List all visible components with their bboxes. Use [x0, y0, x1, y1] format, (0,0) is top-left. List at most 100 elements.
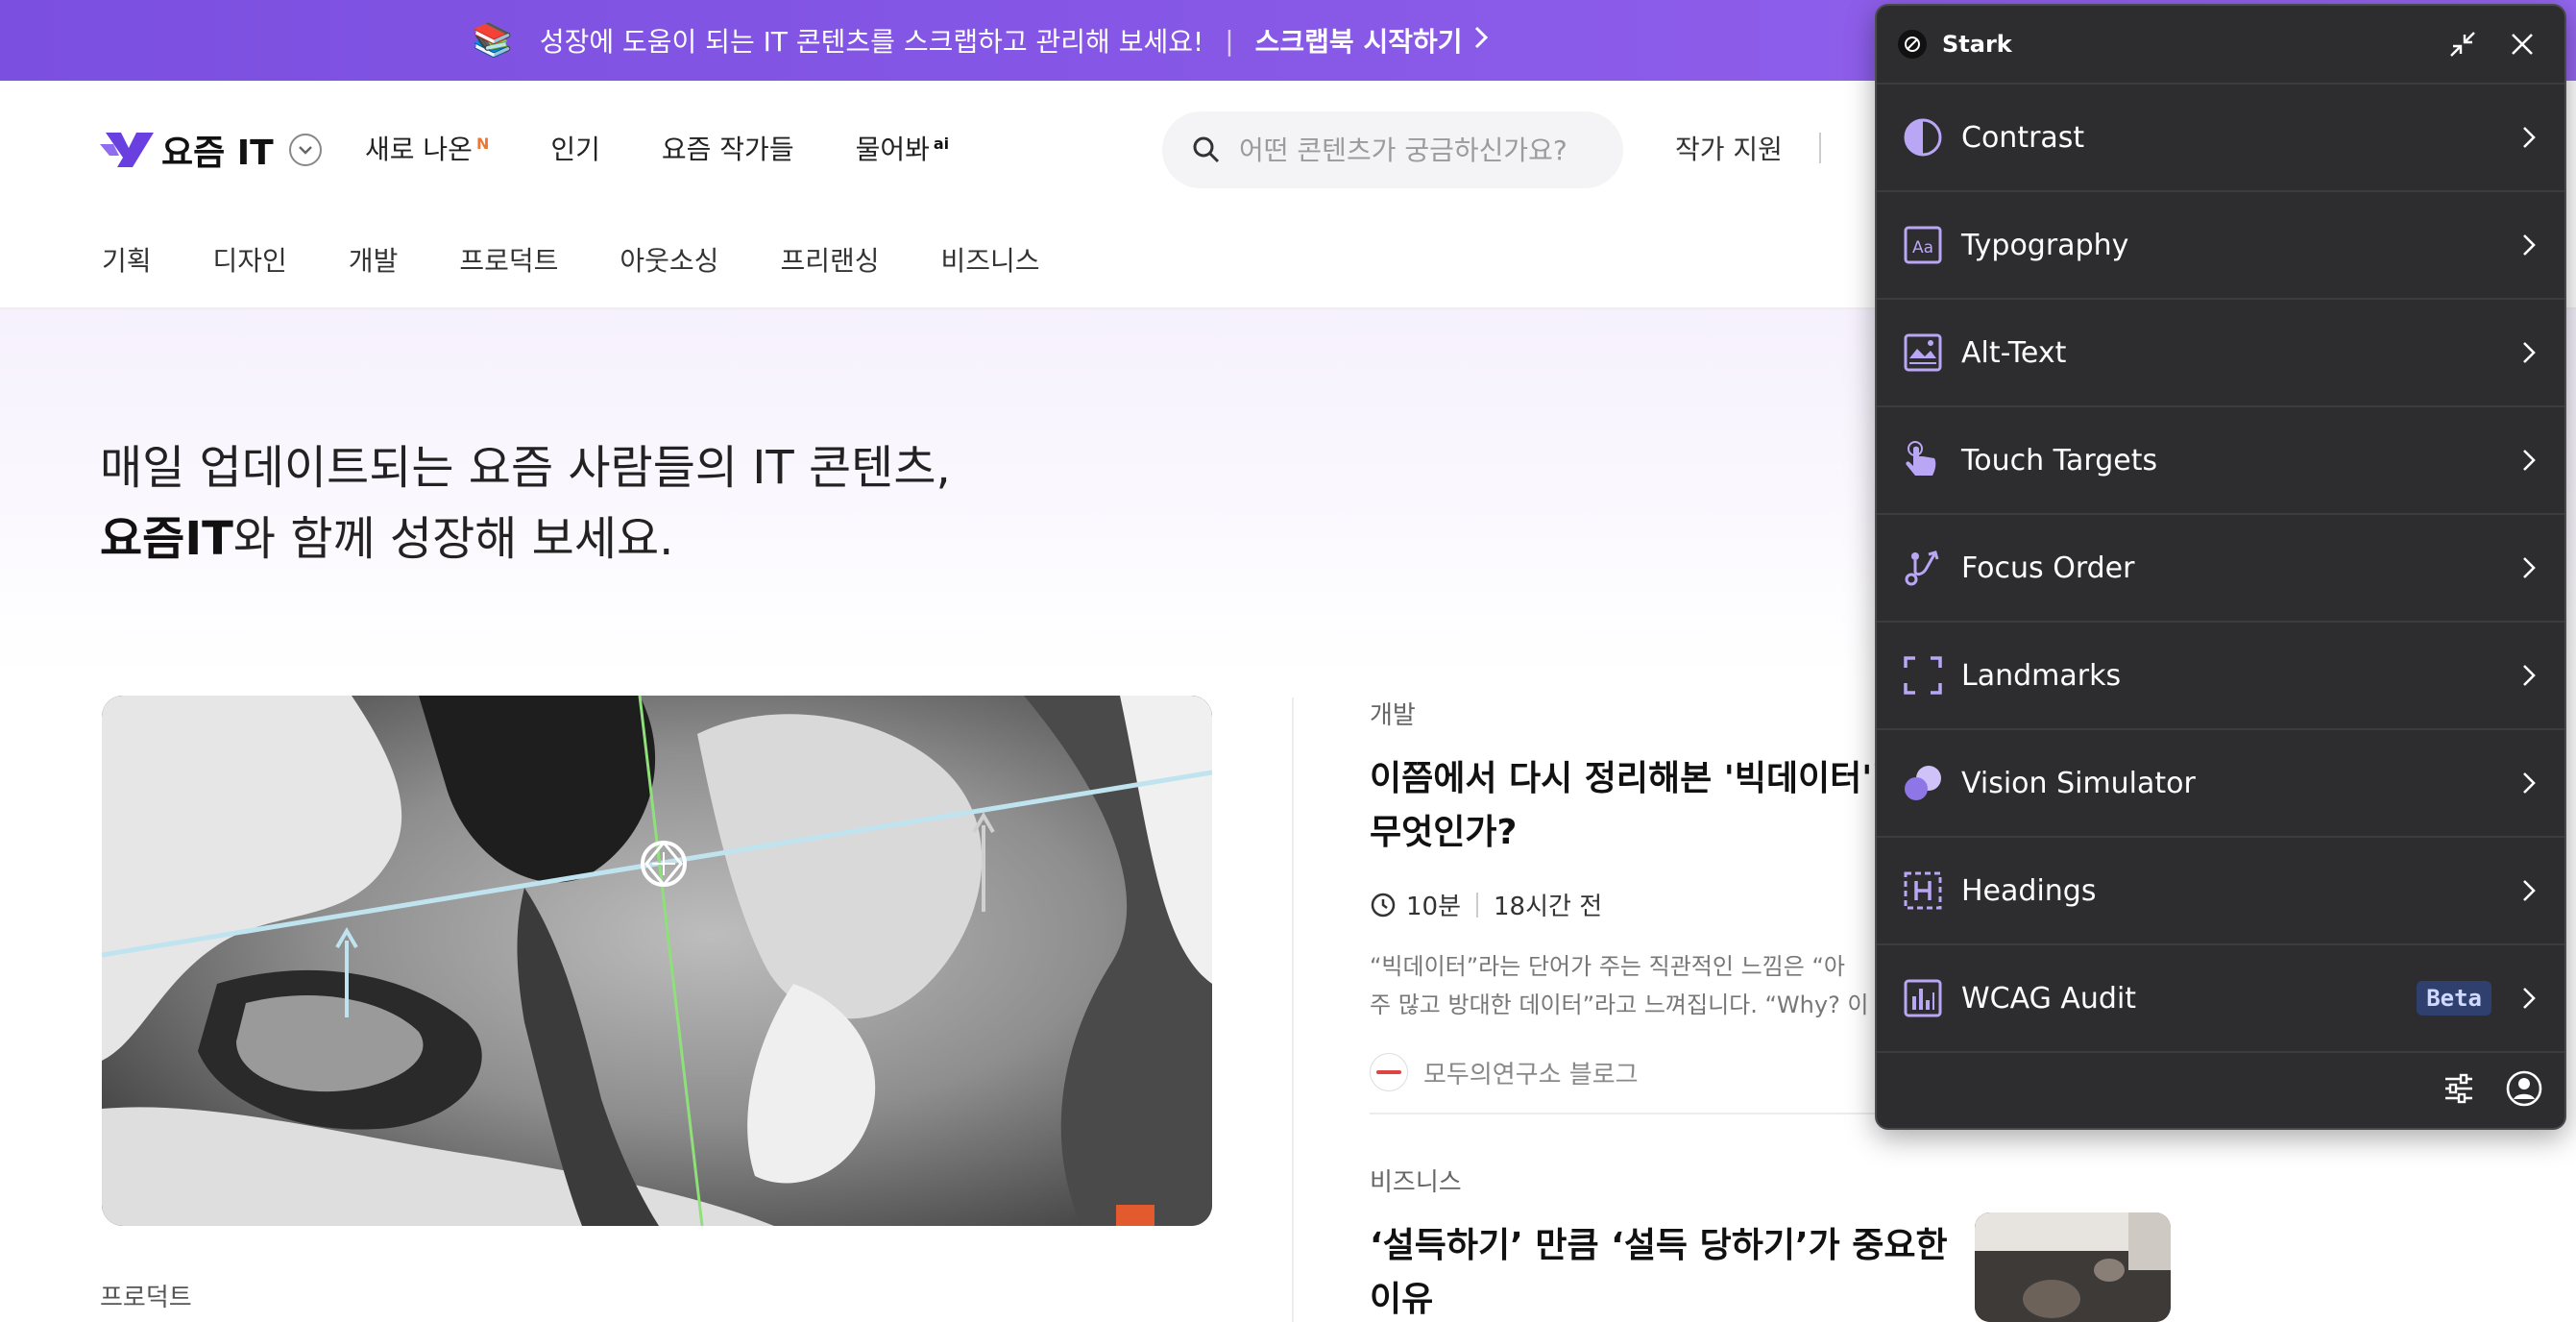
ai-badge: ai	[933, 134, 950, 153]
nav-item-new[interactable]: 새로 나온 N	[365, 129, 489, 167]
category-nav: 기획 디자인 개발 프로덕트 아웃소싱 프리랜싱 비즈니스	[102, 240, 1040, 279]
stark-item-label: Alt-Text	[1961, 335, 2067, 370]
typography-icon: Aa	[1902, 224, 1944, 266]
category-business[interactable]: 비즈니스	[940, 240, 1039, 279]
article-title[interactable]: ‘설득하기’ 만큼 ‘설득 당하기’가 중요한 이유	[1370, 1219, 1948, 1322]
chevron-right-icon	[2515, 446, 2543, 475]
stark-footer	[1877, 1053, 2564, 1128]
hero-line-2-rest: 와 함께 성장해 보세요.	[232, 512, 674, 566]
chevron-right-icon	[2515, 338, 2543, 367]
settings-sliders-icon[interactable]	[2442, 1071, 2476, 1110]
focus-order-icon	[1902, 547, 1944, 589]
nav-item-popular[interactable]: 인기	[550, 129, 600, 167]
article-card[interactable]: 비즈니스 ‘설득하기’ 만큼 ‘설득 당하기’가 중요한 이유	[1370, 1163, 1948, 1322]
stark-item-label: Headings	[1961, 873, 2097, 908]
nav-label: 요즘 작가들	[661, 134, 794, 165]
stark-item-landmarks[interactable]: Landmarks	[1877, 623, 2564, 730]
thumbnail-image	[1975, 1212, 2171, 1322]
hero-heading: 매일 업데이트되는 요즘 사람들의 IT 콘텐츠, 요즘IT와 함께 성장해 보…	[100, 432, 951, 575]
stark-title: Stark	[1942, 31, 2012, 58]
stark-item-label: Contrast	[1961, 120, 2085, 155]
stark-item-headings[interactable]: Headings	[1877, 838, 2564, 945]
scrapbook-start-link[interactable]: 스크랩북 시작하기	[1255, 21, 1463, 60]
article-category[interactable]: 비즈니스	[1370, 1163, 1948, 1198]
stark-item-label: Vision Simulator	[1961, 766, 2196, 800]
article-title[interactable]: 이쯤에서 다시 정리해본 '빅데이터'란 무엇인가?	[1370, 752, 1904, 860]
article-thumbnail[interactable]	[1975, 1212, 2171, 1322]
logo-text: 요즘 IT	[161, 134, 274, 173]
stark-header: Stark	[1877, 6, 2564, 85]
stark-item-focus-order[interactable]: Focus Order	[1877, 515, 2564, 623]
article-card[interactable]: 개발 이쯤에서 다시 정리해본 '빅데이터'란 무엇인가? 10분 18시간 전…	[1370, 696, 1904, 1091]
chevron-right-icon	[2515, 876, 2543, 905]
vision-simulator-icon	[1902, 762, 1944, 804]
chevron-right-icon	[2515, 553, 2543, 582]
svg-text:Aa: Aa	[1912, 238, 1933, 257]
new-badge: N	[475, 134, 490, 153]
article-source[interactable]: 모두의연구소 블로그	[1370, 1053, 1904, 1091]
nav-label: 새로 나온	[365, 134, 473, 165]
main-nav: 새로 나온 N 인기 요즘 작가들 물어봐 ai	[365, 129, 949, 167]
stark-item-label: Touch Targets	[1961, 443, 2158, 477]
stark-item-alt-text[interactable]: Alt-Text	[1877, 300, 2564, 407]
category-product[interactable]: 프로덕트	[459, 240, 558, 279]
books-icon: 📚	[472, 21, 513, 60]
article-meta: 10분 18시간 전	[1370, 887, 1904, 922]
stark-item-touch-targets[interactable]: Touch Targets	[1877, 407, 2564, 515]
nav-label: 물어봐	[855, 134, 930, 165]
excerpt-line: “빅데이터”라는 단어가 주는 직관적인 느낌은 “아	[1370, 953, 1845, 980]
headings-icon	[1902, 869, 1944, 912]
stark-panel: Stark Contrast Aa Typography Alt-Text To	[1875, 4, 2566, 1130]
meta-divider	[1476, 892, 1479, 918]
minimize-icon[interactable]	[2442, 23, 2484, 65]
stark-item-label: WCAG Audit	[1961, 981, 2137, 1016]
chevron-down-icon[interactable]	[288, 134, 322, 166]
stark-item-wcag-audit[interactable]: WCAG Audit Beta	[1877, 945, 2564, 1053]
nav-label: 인기	[550, 134, 600, 165]
user-account-icon[interactable]	[2505, 1069, 2543, 1112]
contrast-icon	[1902, 116, 1944, 159]
source-name: 모두의연구소 블로그	[1423, 1060, 1639, 1089]
featured-article-image[interactable]	[102, 696, 1212, 1226]
hero-brand: 요즘IT	[100, 512, 233, 566]
hero-line-1: 매일 업데이트되는 요즘 사람들의 IT 콘텐츠,	[100, 441, 951, 495]
logo-mark-icon	[100, 131, 156, 169]
article-title-line: 무엇인가?	[1370, 813, 1518, 852]
nav-item-ask-ai[interactable]: 물어봐 ai	[856, 129, 950, 167]
article-title-line: ‘설득하기’ 만큼 ‘설득 당하기’가 중요한	[1370, 1226, 1948, 1265]
stark-item-label: Landmarks	[1961, 658, 2122, 693]
touch-hand-icon	[1902, 439, 1944, 481]
site-logo[interactable]: 요즘 IT	[100, 125, 322, 175]
search-box[interactable]	[1162, 111, 1623, 188]
category-dev[interactable]: 개발	[349, 240, 399, 279]
article-excerpt: “빅데이터”라는 단어가 주는 직관적인 느낌은 “아 주 많고 방대한 데이터…	[1370, 947, 1904, 1024]
clock-icon	[1370, 892, 1397, 918]
stark-item-typography[interactable]: Aa Typography	[1877, 192, 2564, 300]
search-input[interactable]	[1239, 134, 1604, 166]
article-category[interactable]: 개발	[1370, 696, 1904, 731]
close-icon[interactable]	[2501, 23, 2543, 65]
hero-line-2: 요즘IT와 함께 성장해 보세요.	[100, 503, 951, 575]
excerpt-line: 주 많고 방대한 데이터”라고 느껴집니다. “Why? 이	[1370, 992, 1869, 1018]
chevron-right-icon	[2515, 661, 2543, 690]
author-support-link[interactable]: 작가 지원	[1675, 129, 1783, 167]
stark-item-vision-simulator[interactable]: Vision Simulator	[1877, 730, 2564, 838]
column-divider	[1292, 698, 1294, 1322]
chevron-right-icon	[2515, 984, 2543, 1013]
featured-category[interactable]: 프로덕트	[100, 1278, 192, 1313]
category-design[interactable]: 디자인	[213, 240, 287, 279]
stark-item-label: Typography	[1961, 228, 2129, 262]
nav-item-authors[interactable]: 요즘 작가들	[662, 129, 794, 167]
category-planning[interactable]: 기획	[102, 240, 152, 279]
stark-logo-icon	[1898, 30, 1927, 59]
posted-time: 18시간 전	[1494, 893, 1603, 921]
article-title-line: 이유	[1370, 1280, 1434, 1319]
category-outsourcing[interactable]: 아웃소싱	[620, 240, 718, 279]
landmarks-icon	[1902, 654, 1944, 697]
stark-item-contrast[interactable]: Contrast	[1877, 85, 2564, 192]
header-divider	[1819, 133, 1821, 163]
category-freelancing[interactable]: 프리랜싱	[780, 240, 879, 279]
beta-badge: Beta	[2417, 981, 2491, 1016]
source-avatar	[1370, 1053, 1408, 1091]
search-icon	[1191, 135, 1222, 165]
